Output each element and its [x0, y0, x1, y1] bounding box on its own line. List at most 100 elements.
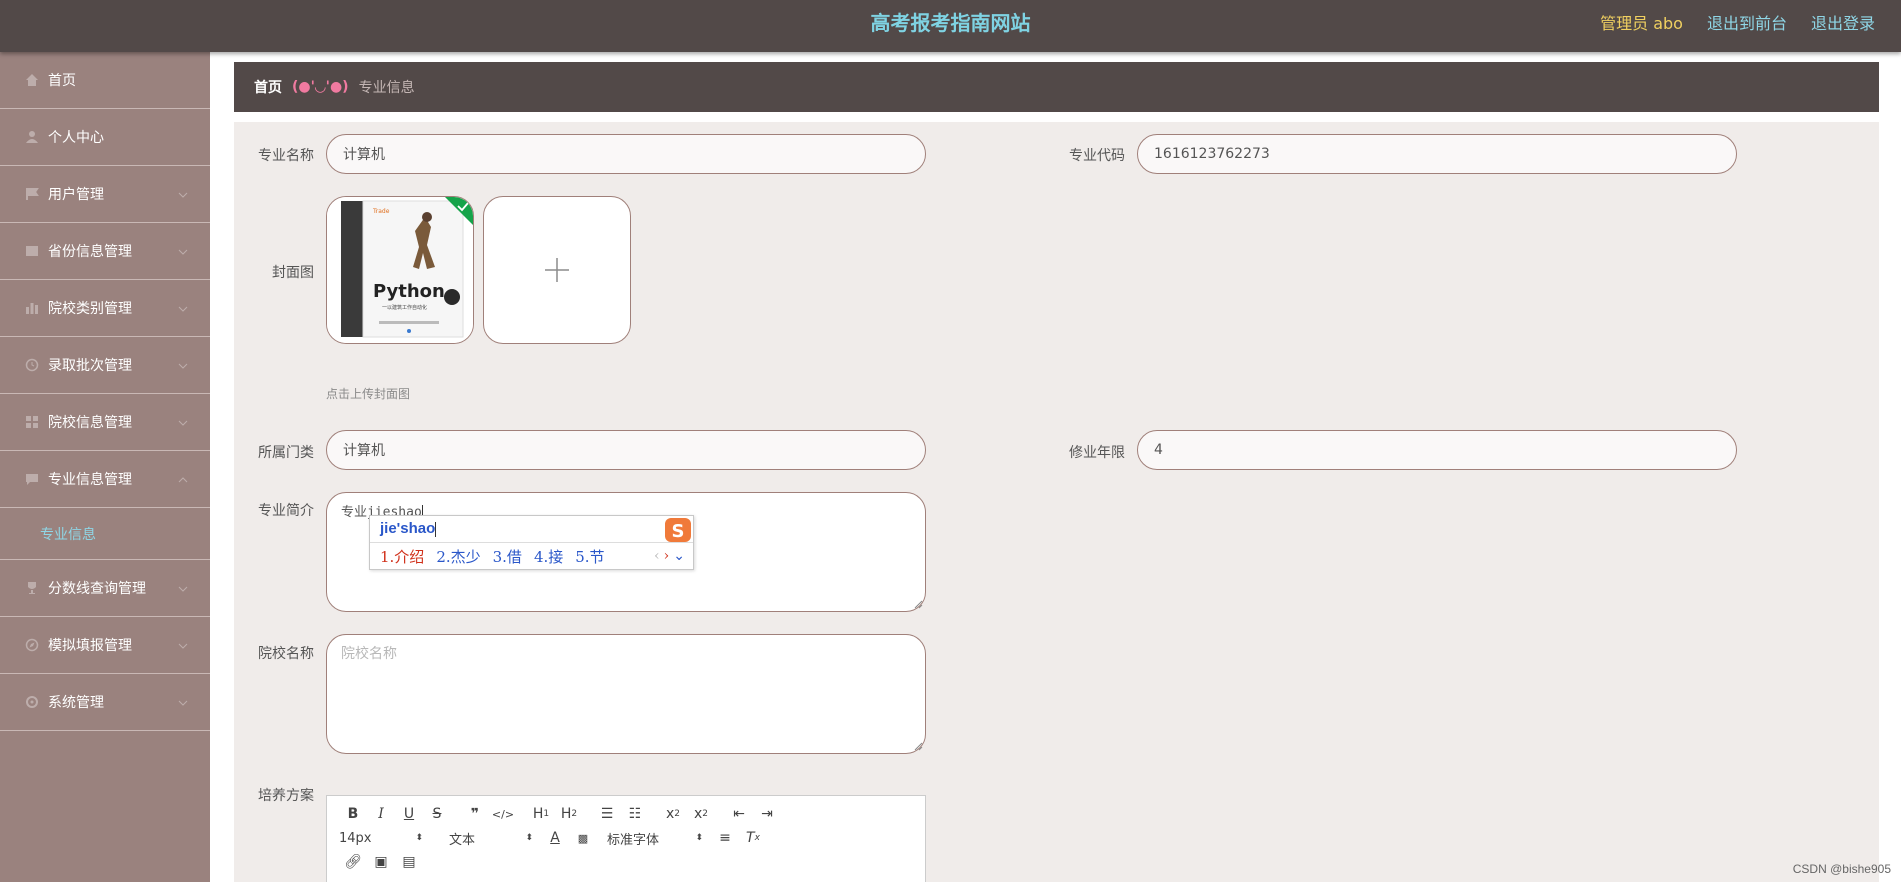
sidebar-item-label: 个人中心	[48, 130, 104, 146]
major-name-field[interactable]: 计算机	[326, 134, 926, 174]
font-family-select[interactable]: 标准字体 ⬍	[607, 829, 711, 848]
sidebar-subitem-major[interactable]: 专业信息	[0, 508, 210, 560]
code-icon[interactable]: </>	[489, 804, 517, 824]
intro-label: 专业简介	[258, 503, 314, 519]
ime-candidate-popup: jie'shao 1.介绍 2.杰少 3.借 4.接 5.节 S ‹ › ⌄	[369, 515, 694, 570]
ime-candidate[interactable]: 4.接	[534, 546, 563, 567]
category-value: 计算机	[343, 443, 385, 459]
ordered-list-icon[interactable]: ☰	[593, 804, 621, 824]
strike-button[interactable]: S	[423, 804, 451, 824]
years-label: 修业年限	[1069, 445, 1125, 461]
superscript-button[interactable]: x2	[687, 804, 715, 824]
logout-link[interactable]: 退出登录	[1811, 10, 1875, 34]
user-icon	[24, 129, 40, 145]
quote-icon[interactable]: ❞	[461, 804, 489, 824]
select-arrows-icon: ⬍	[525, 833, 533, 843]
upload-cover-button[interactable]	[483, 196, 631, 344]
sidebar-item-school-category[interactable]: 院校类别管理	[0, 280, 210, 337]
watermark: CSDN @bishe905	[1792, 862, 1891, 876]
flag-icon	[24, 186, 40, 202]
major-name-label: 专业名称	[258, 148, 314, 164]
sidebar-item-province[interactable]: 省份信息管理	[0, 223, 210, 280]
editor-toolbar-row-1: B I U S ❞ </> H1 H2 ☰ ☷ x2 x2 ⇤ ⇥	[327, 802, 925, 826]
sidebar-item-school-info[interactable]: 院校信息管理	[0, 394, 210, 451]
subscript-button[interactable]: x2	[659, 804, 687, 824]
ime-candidate[interactable]: 3.借	[493, 546, 522, 567]
admin-label: 管理员 abo	[1600, 14, 1683, 33]
breadcrumb: 首页 (●'◡'●) 专业信息	[234, 62, 1879, 112]
ime-candidate[interactable]: 1.介绍	[380, 546, 424, 567]
chevron-down-icon[interactable]: ⌄	[673, 548, 685, 564]
trophy-icon	[24, 580, 40, 596]
ime-cursor	[435, 521, 437, 537]
sidebar-item-label: 首页	[48, 73, 76, 89]
chevron-down-icon	[178, 580, 188, 596]
link-icon[interactable]: 🔗︎	[339, 852, 367, 872]
sidebar-item-major-info[interactable]: 专业信息管理	[0, 451, 210, 508]
sidebar-item-mock-fill[interactable]: 模拟填报管理	[0, 617, 210, 674]
clear-format-icon[interactable]: Tx	[739, 828, 767, 848]
ime-pager: ‹ › ⌄	[654, 548, 685, 564]
block-type-value: 文本	[449, 832, 476, 848]
major-code-field[interactable]: 1616123762273	[1137, 134, 1737, 174]
book-subtitle: 一以建筑工作自动化	[382, 304, 427, 311]
chevron-left-icon[interactable]: ‹	[654, 548, 660, 564]
sidebar-item-profile[interactable]: 个人中心	[0, 109, 210, 166]
ime-divider	[370, 542, 693, 543]
bold-button[interactable]: B	[339, 804, 367, 824]
chevron-down-icon	[178, 243, 188, 259]
breadcrumb-home[interactable]: 首页	[254, 77, 282, 97]
text-color-icon[interactable]: A	[541, 828, 569, 848]
italic-button[interactable]: I	[367, 804, 395, 824]
major-name-value: 计算机	[343, 147, 385, 163]
resize-handle-icon[interactable]	[914, 600, 923, 609]
editor-toolbar-row-2: 14px ⬍ 文本 ⬍ A ▩ 标准字体 ⬍ ≡ Tx	[327, 826, 925, 850]
font-size-select[interactable]: 14px ⬍	[339, 831, 431, 846]
sidebar-item-system[interactable]: 系统管理	[0, 674, 210, 731]
chevron-down-icon	[178, 637, 188, 653]
cover-image-thumbnail[interactable]: Trade Python 一以建筑工作自动化	[326, 196, 474, 344]
back-to-front-link[interactable]: 退出到前台	[1707, 10, 1787, 34]
chevron-right-icon[interactable]: ›	[664, 548, 670, 564]
outdent-icon[interactable]: ⇤	[725, 804, 753, 824]
grid-icon	[24, 414, 40, 430]
bullet-list-icon[interactable]: ☷	[621, 804, 649, 824]
align-icon[interactable]: ≡	[711, 828, 739, 848]
sidebar-item-home[interactable]: 首页	[0, 52, 210, 109]
heading-1-button[interactable]: H1	[527, 804, 555, 824]
sidebar-item-users[interactable]: 用户管理	[0, 166, 210, 223]
svg-text:S: S	[672, 521, 685, 542]
ime-composition: jie'shao	[380, 520, 437, 537]
home-icon	[24, 72, 40, 88]
book-cover-image: Trade Python 一以建筑工作自动化	[327, 197, 473, 343]
major-form: 专业名称 计算机 专业代码 1616123762273 封面图 Trade Py…	[234, 122, 1879, 882]
video-icon[interactable]: ▤	[395, 852, 423, 872]
image-icon[interactable]: ▣	[367, 852, 395, 872]
clock-icon	[24, 357, 40, 373]
sidebar-item-label: 专业信息管理	[48, 472, 132, 488]
ime-candidate[interactable]: 5.节	[575, 546, 604, 567]
cover-label: 封面图	[272, 265, 314, 281]
resize-handle-icon[interactable]	[914, 742, 923, 751]
sidebar-item-label: 系统管理	[48, 695, 104, 711]
years-value: 4	[1154, 442, 1163, 458]
heading-2-button[interactable]: H2	[555, 804, 583, 824]
sidebar-item-score-line[interactable]: 分数线查询管理	[0, 560, 210, 617]
background-color-icon[interactable]: ▩	[569, 828, 597, 848]
category-label: 所属门类	[258, 445, 314, 461]
font-size-value: 14px	[339, 830, 372, 846]
sidebar-item-label: 院校类别管理	[48, 301, 132, 317]
sidebar-item-label: 分数线查询管理	[48, 581, 146, 597]
sidebar-item-admission-batch[interactable]: 录取批次管理	[0, 337, 210, 394]
ime-candidate[interactable]: 2.杰少	[436, 546, 480, 567]
underline-button[interactable]: U	[395, 804, 423, 824]
school-textarea[interactable]: 院校名称	[326, 634, 926, 754]
chevron-up-icon	[178, 471, 188, 487]
ime-candidates: 1.介绍 2.杰少 3.借 4.接 5.节	[380, 546, 605, 567]
school-label: 院校名称	[258, 646, 314, 662]
category-field[interactable]: 计算机	[326, 430, 926, 470]
block-type-select[interactable]: 文本 ⬍	[449, 829, 541, 848]
indent-icon[interactable]: ⇥	[753, 804, 781, 824]
years-field[interactable]: 4	[1137, 430, 1737, 470]
sogou-logo-icon: S	[665, 518, 691, 542]
